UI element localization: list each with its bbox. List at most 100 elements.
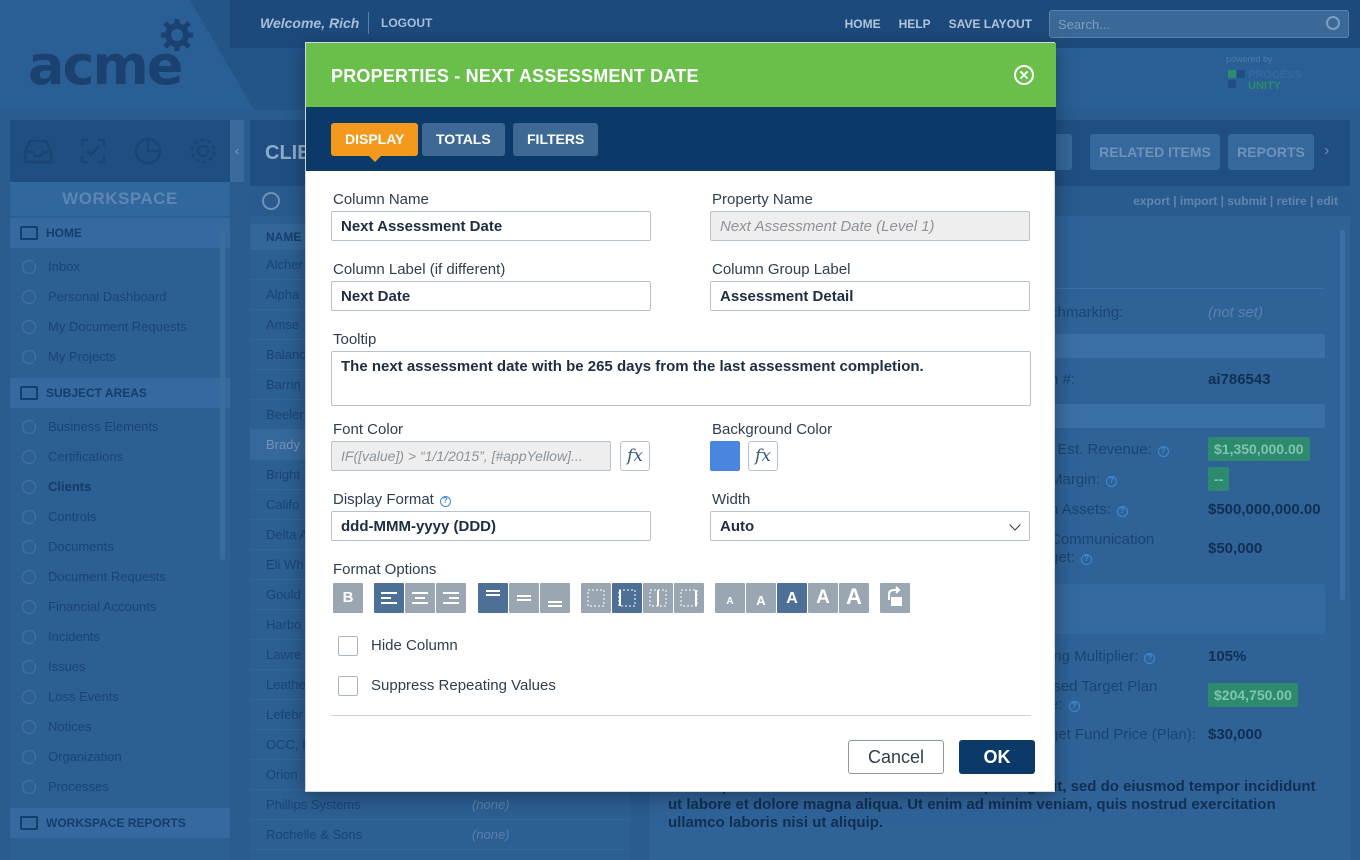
sidebar-item-my-document-requests[interactable]: My Document Requests <box>10 312 222 342</box>
sidebar-item-clients[interactable]: Clients <box>10 472 222 502</box>
sidebar-item-document-requests[interactable]: Document Requests <box>10 562 222 592</box>
property-name-field: Next Assessment Date (Level 1) <box>710 211 1030 241</box>
nav-save-layout[interactable]: SAVE LAYOUT <box>949 17 1032 31</box>
powered-by-logo: powered by PROCESS UNITY <box>1226 54 1336 92</box>
close-icon[interactable] <box>1014 65 1034 85</box>
sidebar-item-loss-events[interactable]: Loss Events <box>10 682 222 712</box>
sidebar-item-business-elements[interactable]: Business Elements <box>10 412 222 442</box>
sidebar-item-inbox[interactable]: Inbox <box>10 252 222 282</box>
sidebar-item-label: Processes <box>48 779 109 794</box>
border-center-button[interactable] <box>643 583 673 613</box>
tab-totals[interactable]: TOTALS <box>422 123 505 156</box>
field-value: (not set) <box>1208 304 1264 321</box>
help-icon: ? <box>1068 701 1080 712</box>
sidebar-item-notices[interactable]: Notices <box>10 712 222 742</box>
font-color-formula-field[interactable]: IF([value]) > “1/1/2015”, [#appYellow]..… <box>331 441 611 471</box>
suppress-repeating-checkbox[interactable] <box>338 676 358 696</box>
search-input[interactable]: Search... <box>1049 10 1349 38</box>
sidebar-item-my-projects[interactable]: My Projects <box>10 342 222 372</box>
border-right-button[interactable] <box>674 583 704 613</box>
arrow-circle-icon <box>22 420 36 434</box>
properties-dialog: PROPERTIES - NEXT ASSESSMENT DATE DISPLA… <box>305 42 1056 792</box>
help-icon: ? <box>1081 554 1093 565</box>
font-size-m-button[interactable]: A <box>777 583 807 613</box>
sidebar-item-financial-accounts[interactable]: Financial Accounts <box>10 592 222 622</box>
bold-button[interactable]: B <box>333 583 363 613</box>
tab-display[interactable]: DISPLAY <box>331 123 419 162</box>
sidebar-section-subject-areas[interactable]: SUBJECT AREAS <box>10 378 230 408</box>
sidebar-section-home[interactable]: HOME <box>10 218 230 248</box>
display-format-input[interactable]: ddd-MMM-yyyy (DDD) <box>331 511 651 541</box>
align-center-button[interactable] <box>405 583 435 613</box>
field-label: Communication get:? <box>1050 531 1155 566</box>
sidebar-section-workspace-reports[interactable]: WORKSPACE REPORTS <box>10 808 230 838</box>
font-size-s-button[interactable]: A <box>746 583 776 613</box>
sidebar-item-issues[interactable]: Issues <box>10 652 222 682</box>
chevron-down-icon <box>1009 519 1021 531</box>
nav-home[interactable]: HOME <box>845 17 881 31</box>
sidebar-item-organization[interactable]: Organization <box>10 742 222 772</box>
tab-reports[interactable]: REPORTS <box>1228 134 1314 170</box>
arrow-circle-icon <box>22 480 36 494</box>
dashboard-pie-icon[interactable] <box>131 134 165 168</box>
value-badge: $204,750.00 <box>1208 683 1298 707</box>
table-row[interactable]: Phillips Systems (none) <box>250 790 630 820</box>
acme-logo[interactable]: acme <box>28 34 183 97</box>
inbox-icon[interactable] <box>21 134 55 168</box>
dialog-tabs: DISPLAY TOTALS FILTERS <box>306 107 1056 171</box>
client-name: Delta A <box>266 527 308 542</box>
width-select[interactable]: Auto <box>710 511 1030 541</box>
sidebar-item-processes[interactable]: Processes <box>10 772 222 802</box>
column-name-input[interactable]: Next Assessment Date <box>331 211 651 241</box>
sidebar-item-personal-dashboard[interactable]: Personal Dashboard <box>10 282 222 312</box>
nav-help[interactable]: HELP <box>899 17 931 31</box>
search-icon[interactable] <box>1326 16 1340 30</box>
detail-scrollbar[interactable] <box>1340 230 1345 600</box>
font-color-function-button[interactable]: fx <box>620 441 650 471</box>
settings-gear-icon[interactable] <box>186 134 220 168</box>
client-name: Phillips Systems <box>266 797 361 812</box>
empty-value: (none) <box>472 827 510 842</box>
valign-middle-button[interactable] <box>509 583 539 613</box>
client-name: Eli Wh <box>266 557 304 572</box>
tab-filters[interactable]: FILTERS <box>513 123 599 156</box>
sidebar-scrollbar[interactable] <box>220 230 225 560</box>
field-value: ai786543 <box>1208 371 1271 388</box>
border-left-button[interactable] <box>612 583 642 613</box>
cancel-button[interactable]: Cancel <box>848 740 944 774</box>
value-badge: $1,350,000.00 <box>1208 437 1310 461</box>
align-right-button[interactable] <box>436 583 466 613</box>
add-circle-icon[interactable] <box>262 192 280 210</box>
ok-button[interactable]: OK <box>959 740 1035 774</box>
logout-link[interactable]: LOGOUT <box>368 12 432 34</box>
valign-bottom-button[interactable] <box>540 583 570 613</box>
chevron-right-icon[interactable]: › <box>1324 142 1329 160</box>
field-label: l Est. Revenue:? <box>1050 441 1169 458</box>
sidebar-item-label: Business Elements <box>48 419 159 434</box>
column-label-input[interactable]: Next Date <box>331 281 651 311</box>
tasks-check-icon[interactable] <box>76 134 110 168</box>
table-row[interactable]: Rochelle & Sons (none) <box>250 820 630 850</box>
sidebar-item-controls[interactable]: Controls <box>10 502 222 532</box>
arrow-circle-icon <box>22 570 36 584</box>
arrow-circle-icon <box>22 540 36 554</box>
column-group-label-input[interactable]: Assessment Detail <box>710 281 1030 311</box>
background-color-function-button[interactable]: fx <box>748 441 778 471</box>
align-left-button[interactable] <box>374 583 404 613</box>
background-color-swatch[interactable] <box>710 441 740 471</box>
font-size-xs-button[interactable]: A <box>715 583 745 613</box>
font-size-xl-button[interactable]: A <box>839 583 869 613</box>
sidebar-item-incidents[interactable]: Incidents <box>10 622 222 652</box>
collapse-sidebar-button[interactable]: ‹ <box>230 120 244 182</box>
border-none-button[interactable] <box>581 583 611 613</box>
sidebar-item-certifications[interactable]: Certifications <box>10 442 222 472</box>
font-size-l-button[interactable]: A <box>808 583 838 613</box>
valign-top-button[interactable] <box>478 583 508 613</box>
field-value: $30,000 <box>1208 726 1263 743</box>
sidebar-item-documents[interactable]: Documents <box>10 532 222 562</box>
hide-column-checkbox[interactable] <box>338 636 358 656</box>
tooltip-textarea[interactable]: The next assessment date with be 265 day… <box>331 351 1031 406</box>
rotate-text-button[interactable] <box>880 583 910 613</box>
tab-related-items[interactable]: RELATED ITEMS <box>1090 134 1220 170</box>
field-label: get Fund Price (Plan): <box>1050 726 1196 743</box>
